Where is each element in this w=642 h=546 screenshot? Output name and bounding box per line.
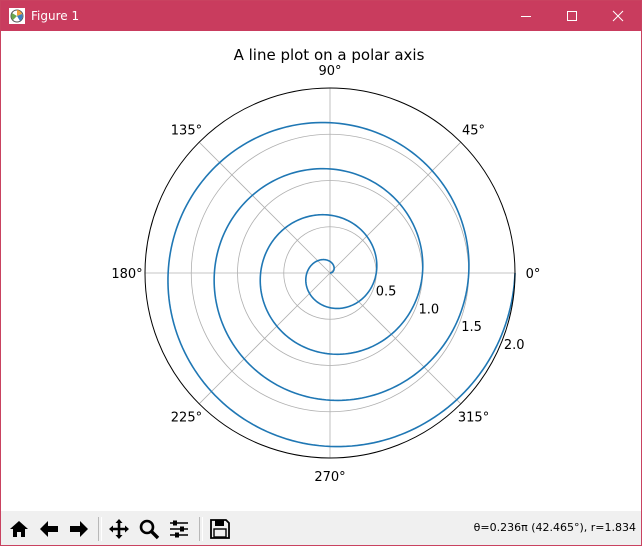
radial-tick-label: 2.0 [504,338,525,353]
maximize-icon [567,11,577,21]
theta-tick-label: 315° [458,411,489,426]
home-button[interactable] [5,515,33,542]
save-icon [210,518,230,539]
radial-tick-label: 1.0 [418,302,439,317]
theta-tick-label: 45° [462,123,485,138]
minimize-button[interactable] [503,1,549,31]
radial-tick-label: 0.5 [376,285,397,300]
home-icon [10,520,28,537]
radial-tick-label: 1.5 [461,320,482,335]
pan-icon [109,518,129,539]
save-button[interactable] [206,515,234,542]
back-button[interactable] [35,515,63,542]
title-bar[interactable]: Figure 1 [1,1,641,31]
close-button[interactable] [595,1,641,31]
tick-labels: 0° 45° 90° 135° 180° 225° 270° 315° 0.5 1.0 1.5 2.0 [111,64,540,485]
toolbar-separator [98,517,102,541]
window-title: Figure 1 [31,9,80,23]
theta-tick-label: 135° [171,123,202,138]
theta-tick-label: 225° [171,411,202,426]
configure-subplots-icon [170,520,188,537]
zoom-icon [139,519,160,539]
close-icon [612,10,624,22]
theta-tick-label: 0° [526,267,541,282]
matplotlib-app-icon [9,8,25,24]
minimize-icon [521,16,531,17]
forward-arrow-icon [70,520,88,537]
maximize-button[interactable] [549,1,595,31]
zoom-button[interactable] [135,515,163,542]
navigation-toolbar: θ=0.236π (42.465°), r=1.834 [1,511,641,545]
cursor-coordinates: θ=0.236π (42.465°), r=1.834 [473,521,636,534]
theta-tick-label: 180° [111,267,142,282]
polar-chart[interactable]: A line plot on a polar axis 0° 45° 90° 135°… [1,31,641,511]
theta-tick-label: 90° [318,64,341,79]
figure-window: Figure 1 A line plot on a polar axis 0° 4… [0,0,642,546]
forward-button[interactable] [65,515,93,542]
toolbar-separator [199,517,203,541]
back-arrow-icon [40,520,58,537]
chart-title: A line plot on a polar axis [234,46,425,64]
pan-button[interactable] [105,515,133,542]
theta-tick-label: 270° [314,470,345,485]
configure-subplots-button[interactable] [165,515,193,542]
figure-canvas[interactable]: A line plot on a polar axis 0° 45° 90° 135°… [1,31,641,511]
